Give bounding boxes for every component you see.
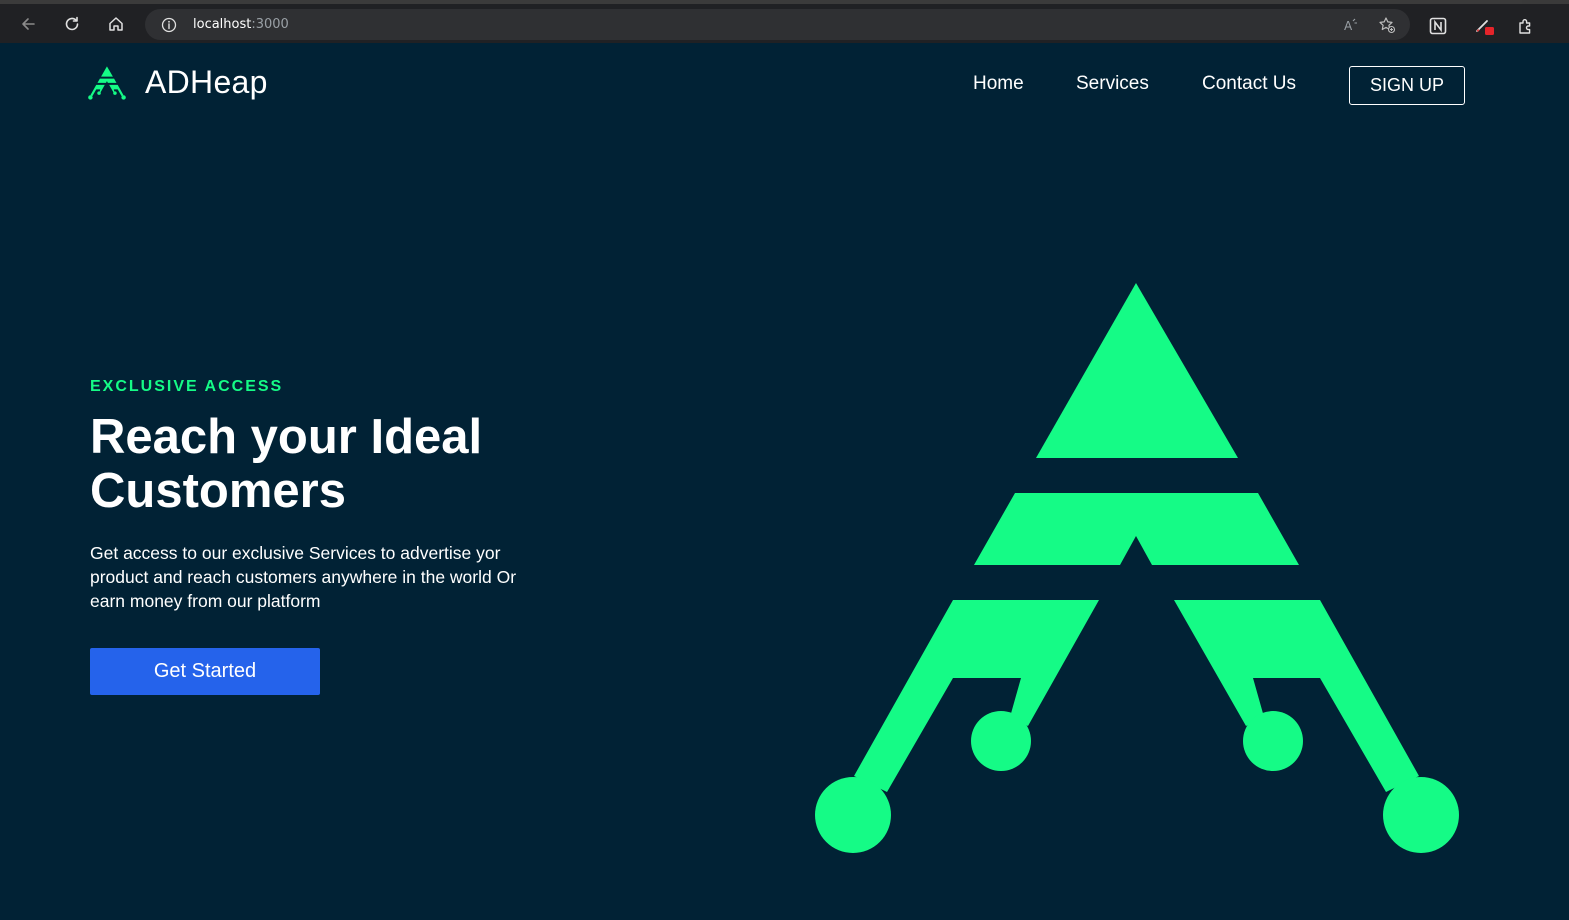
info-icon[interactable] <box>161 17 177 33</box>
url-port: :3000 <box>251 17 289 32</box>
window-top-edge <box>0 0 1522 4</box>
hero-headline-line1: Reach your Ideal <box>90 410 483 464</box>
sign-up-button[interactable]: SIGN UP <box>1349 66 1465 105</box>
back-arrow-icon <box>22 18 35 30</box>
back-button[interactable] <box>15 11 41 37</box>
hero-eyebrow: EXCLUSIVE ACCESS <box>90 378 284 395</box>
address-bar[interactable]: localhost:3000 A <box>145 9 1410 40</box>
read-aloud-icon[interactable]: A <box>1342 16 1360 34</box>
reload-button[interactable] <box>59 11 85 37</box>
svg-text:A: A <box>1344 19 1353 33</box>
logo-top-triangle <box>1036 283 1238 458</box>
home-button[interactable] <box>103 11 129 37</box>
logo-middle-band <box>974 493 1299 565</box>
pen-extension-icon[interactable] <box>1474 16 1494 36</box>
get-started-button[interactable]: Get Started <box>90 648 320 695</box>
url-text[interactable]: localhost:3000 <box>193 17 289 32</box>
logo-right-leg <box>1174 600 1419 792</box>
add-favorite-icon[interactable] <box>1378 16 1396 34</box>
reload-icon <box>65 16 79 31</box>
hero-headline-line2: Customers <box>90 464 346 518</box>
logo-node-left-outer <box>815 777 891 853</box>
logo-node-left-inner <box>971 711 1031 771</box>
url-host: localhost <box>193 17 252 32</box>
hero-logo-illustration <box>815 283 1459 853</box>
browser-toolbar: localhost:3000 A <box>0 0 1569 43</box>
nav-home-link[interactable]: Home <box>973 73 1024 95</box>
logo-node-right-outer <box>1383 777 1459 853</box>
nav-contact-link[interactable]: Contact Us <box>1202 73 1296 95</box>
site-header: ADHeap Home Services Contact Us SIGN UP <box>0 43 1569 125</box>
home-icon <box>109 17 123 31</box>
puzzle-icon[interactable] <box>1516 16 1536 36</box>
logo-left-leg <box>854 600 1099 792</box>
nav-services-link[interactable]: Services <box>1076 73 1149 95</box>
hero-headline: Reach your Ideal Customers <box>90 410 610 518</box>
brand-name[interactable]: ADHeap <box>145 64 268 101</box>
notion-icon[interactable] <box>1428 16 1448 36</box>
adheap-logo-icon[interactable] <box>88 66 126 100</box>
hero-description: Get access to our exclusive Services to … <box>90 543 517 611</box>
logo-node-right-inner <box>1243 711 1303 771</box>
